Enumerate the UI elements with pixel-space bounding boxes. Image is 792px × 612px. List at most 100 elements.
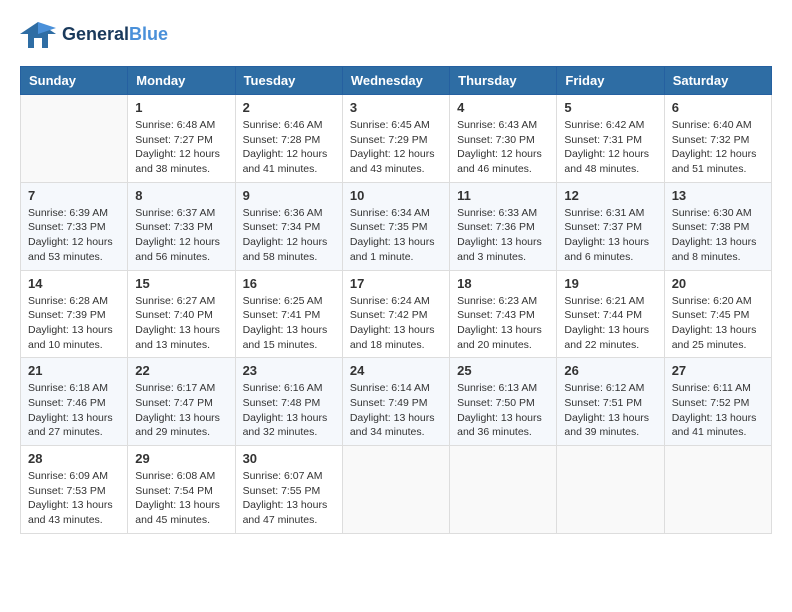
day-info: Sunrise: 6:12 AMSunset: 7:51 PMDaylight:… (564, 381, 656, 440)
calendar-cell: 22 Sunrise: 6:17 AMSunset: 7:47 PMDayligh… (128, 358, 235, 446)
calendar-cell: 21Sunrise: 6:18 AMSunset: 7:46 PMDayligh… (21, 358, 128, 446)
day-info: Sunrise: 6:07 AMSunset: 7:55 PMDaylight:… (243, 469, 335, 528)
calendar-cell: 28Sunrise: 6:09 AMSunset: 7:53 PMDayligh… (21, 446, 128, 534)
calendar-cell (557, 446, 664, 534)
calendar-cell: 9 Sunrise: 6:36 AMSunset: 7:34 PMDaylight… (235, 182, 342, 270)
day-number: 29 (135, 451, 227, 466)
day-number: 4 (457, 100, 549, 115)
day-number: 16 (243, 276, 335, 291)
calendar-cell: 14 Sunrise: 6:28 AMSunset: 7:39 PMDayligh… (21, 270, 128, 358)
day-number: 15 (135, 276, 227, 291)
day-info: Sunrise: 6:08 AMSunset: 7:54 PMDaylight:… (135, 469, 227, 528)
day-info: Sunrise: 6:17 AMSunset: 7:47 PMDaylight:… (135, 381, 227, 440)
calendar-cell: 12Sunrise: 6:31 AMSunset: 7:37 PMDayligh… (557, 182, 664, 270)
calendar-cell: 16 Sunrise: 6:25 AMSunset: 7:41 PMDayligh… (235, 270, 342, 358)
calendar-cell: 17 Sunrise: 6:24 AMSunset: 7:42 PMDayligh… (342, 270, 449, 358)
day-number: 30 (243, 451, 335, 466)
calendar-cell: 20Sunrise: 6:20 AMSunset: 7:45 PMDayligh… (664, 270, 771, 358)
calendar-cell: 24 Sunrise: 6:14 AMSunset: 7:49 PMDayligh… (342, 358, 449, 446)
week-row-4: 21Sunrise: 6:18 AMSunset: 7:46 PMDayligh… (21, 358, 772, 446)
calendar-header-row: SundayMondayTuesdayWednesdayThursdayFrid… (21, 67, 772, 95)
day-info: Sunrise: 6:11 AMSunset: 7:52 PMDaylight:… (672, 381, 764, 440)
day-info: Sunrise: 6:40 AMSunset: 7:32 PMDaylight:… (672, 118, 764, 177)
calendar-cell (342, 446, 449, 534)
calendar-cell: 11 Sunrise: 6:33 AMSunset: 7:36 PMDayligh… (450, 182, 557, 270)
day-info: Sunrise: 6:36 AMSunset: 7:34 PMDaylight:… (243, 206, 335, 265)
day-number: 18 (457, 276, 549, 291)
calendar-cell (21, 95, 128, 183)
calendar-cell: 7 Sunrise: 6:39 AMSunset: 7:33 PMDaylight… (21, 182, 128, 270)
col-header-friday: Friday (557, 67, 664, 95)
calendar-cell: 8 Sunrise: 6:37 AMSunset: 7:33 PMDaylight… (128, 182, 235, 270)
calendar-cell: 13 Sunrise: 6:30 AMSunset: 7:38 PMDayligh… (664, 182, 771, 270)
day-number: 7 (28, 188, 120, 203)
week-row-5: 28Sunrise: 6:09 AMSunset: 7:53 PMDayligh… (21, 446, 772, 534)
calendar-cell: 27 Sunrise: 6:11 AMSunset: 7:52 PMDayligh… (664, 358, 771, 446)
day-number: 21 (28, 363, 120, 378)
day-number: 25 (457, 363, 549, 378)
day-info: Sunrise: 6:33 AMSunset: 7:36 PMDaylight:… (457, 206, 549, 265)
day-info: Sunrise: 6:23 AMSunset: 7:43 PMDaylight:… (457, 294, 549, 353)
day-number: 19 (564, 276, 656, 291)
col-header-monday: Monday (128, 67, 235, 95)
calendar-cell: 18 Sunrise: 6:23 AMSunset: 7:43 PMDayligh… (450, 270, 557, 358)
week-row-1: 1 Sunrise: 6:48 AMSunset: 7:27 PMDaylight… (21, 95, 772, 183)
day-number: 22 (135, 363, 227, 378)
calendar-cell (664, 446, 771, 534)
day-number: 2 (243, 100, 335, 115)
day-number: 1 (135, 100, 227, 115)
day-info: Sunrise: 6:30 AMSunset: 7:38 PMDaylight:… (672, 206, 764, 265)
calendar-cell: 19 Sunrise: 6:21 AMSunset: 7:44 PMDayligh… (557, 270, 664, 358)
calendar-cell: 5 Sunrise: 6:42 AMSunset: 7:31 PMDaylight… (557, 95, 664, 183)
calendar-cell: 23 Sunrise: 6:16 AMSunset: 7:48 PMDayligh… (235, 358, 342, 446)
day-number: 5 (564, 100, 656, 115)
day-info: Sunrise: 6:42 AMSunset: 7:31 PMDaylight:… (564, 118, 656, 177)
day-number: 24 (350, 363, 442, 378)
week-row-2: 7 Sunrise: 6:39 AMSunset: 7:33 PMDaylight… (21, 182, 772, 270)
day-number: 10 (350, 188, 442, 203)
day-number: 13 (672, 188, 764, 203)
day-number: 12 (564, 188, 656, 203)
calendar-cell: 4 Sunrise: 6:43 AMSunset: 7:30 PMDaylight… (450, 95, 557, 183)
page-header: GeneralBlue (20, 20, 772, 50)
col-header-tuesday: Tuesday (235, 67, 342, 95)
calendar-cell: 25 Sunrise: 6:13 AMSunset: 7:50 PMDayligh… (450, 358, 557, 446)
day-info: Sunrise: 6:39 AMSunset: 7:33 PMDaylight:… (28, 206, 120, 265)
day-info: Sunrise: 6:46 AMSunset: 7:28 PMDaylight:… (243, 118, 335, 177)
calendar-cell: 10Sunrise: 6:34 AMSunset: 7:35 PMDayligh… (342, 182, 449, 270)
logo: GeneralBlue (20, 20, 168, 50)
day-info: Sunrise: 6:48 AMSunset: 7:27 PMDaylight:… (135, 118, 227, 177)
day-info: Sunrise: 6:16 AMSunset: 7:48 PMDaylight:… (243, 381, 335, 440)
calendar-cell: 1 Sunrise: 6:48 AMSunset: 7:27 PMDaylight… (128, 95, 235, 183)
day-info: Sunrise: 6:27 AMSunset: 7:40 PMDaylight:… (135, 294, 227, 353)
day-number: 11 (457, 188, 549, 203)
day-info: Sunrise: 6:28 AMSunset: 7:39 PMDaylight:… (28, 294, 120, 353)
day-info: Sunrise: 6:14 AMSunset: 7:49 PMDaylight:… (350, 381, 442, 440)
col-header-wednesday: Wednesday (342, 67, 449, 95)
day-info: Sunrise: 6:24 AMSunset: 7:42 PMDaylight:… (350, 294, 442, 353)
day-number: 20 (672, 276, 764, 291)
calendar-cell: 29 Sunrise: 6:08 AMSunset: 7:54 PMDayligh… (128, 446, 235, 534)
day-number: 3 (350, 100, 442, 115)
calendar-cell: 26 Sunrise: 6:12 AMSunset: 7:51 PMDayligh… (557, 358, 664, 446)
calendar-cell: 15 Sunrise: 6:27 AMSunset: 7:40 PMDayligh… (128, 270, 235, 358)
day-info: Sunrise: 6:13 AMSunset: 7:50 PMDaylight:… (457, 381, 549, 440)
calendar-cell: 6Sunrise: 6:40 AMSunset: 7:32 PMDaylight… (664, 95, 771, 183)
day-number: 23 (243, 363, 335, 378)
day-info: Sunrise: 6:43 AMSunset: 7:30 PMDaylight:… (457, 118, 549, 177)
col-header-thursday: Thursday (450, 67, 557, 95)
day-info: Sunrise: 6:09 AMSunset: 7:53 PMDaylight:… (28, 469, 120, 528)
col-header-saturday: Saturday (664, 67, 771, 95)
day-info: Sunrise: 6:21 AMSunset: 7:44 PMDaylight:… (564, 294, 656, 353)
calendar-cell: 2 Sunrise: 6:46 AMSunset: 7:28 PMDaylight… (235, 95, 342, 183)
day-number: 26 (564, 363, 656, 378)
day-info: Sunrise: 6:25 AMSunset: 7:41 PMDaylight:… (243, 294, 335, 353)
day-number: 14 (28, 276, 120, 291)
day-number: 9 (243, 188, 335, 203)
calendar-table: SundayMondayTuesdayWednesdayThursdayFrid… (20, 66, 772, 534)
day-info: Sunrise: 6:37 AMSunset: 7:33 PMDaylight:… (135, 206, 227, 265)
logo-text: GeneralBlue (62, 25, 168, 45)
day-number: 8 (135, 188, 227, 203)
day-number: 17 (350, 276, 442, 291)
day-number: 27 (672, 363, 764, 378)
